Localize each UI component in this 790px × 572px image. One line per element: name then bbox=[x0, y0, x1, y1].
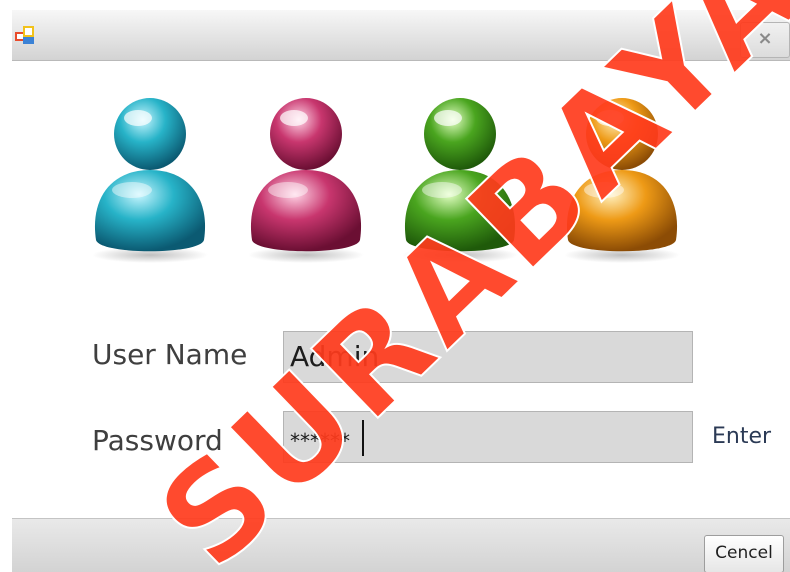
user-icon-orange bbox=[564, 98, 680, 263]
user-icon-cyan bbox=[92, 98, 208, 263]
footer-bar: Cencel bbox=[12, 518, 790, 572]
user-icon-pink bbox=[248, 98, 364, 263]
password-value: ****** bbox=[290, 429, 350, 453]
login-window: × User Name Admin Password ****** Enter … bbox=[0, 0, 790, 572]
password-field[interactable]: ****** bbox=[283, 411, 693, 463]
password-label: Password bbox=[92, 424, 223, 457]
username-value: Admin bbox=[290, 340, 380, 373]
cancel-button[interactable]: Cencel bbox=[704, 535, 784, 572]
watermark: SURABAYA bbox=[129, 0, 790, 572]
close-icon: × bbox=[757, 28, 773, 49]
title-bar: × bbox=[12, 10, 790, 61]
username-field[interactable]: Admin bbox=[283, 331, 693, 383]
enter-button[interactable]: Enter bbox=[712, 424, 771, 449]
app-icon bbox=[15, 26, 34, 44]
close-button[interactable]: × bbox=[740, 22, 790, 58]
user-icon-green bbox=[402, 98, 518, 263]
watermark-text: SURABAYA bbox=[130, 0, 790, 572]
users-banner bbox=[92, 98, 680, 263]
text-caret bbox=[362, 420, 364, 456]
username-label: User Name bbox=[92, 338, 248, 371]
